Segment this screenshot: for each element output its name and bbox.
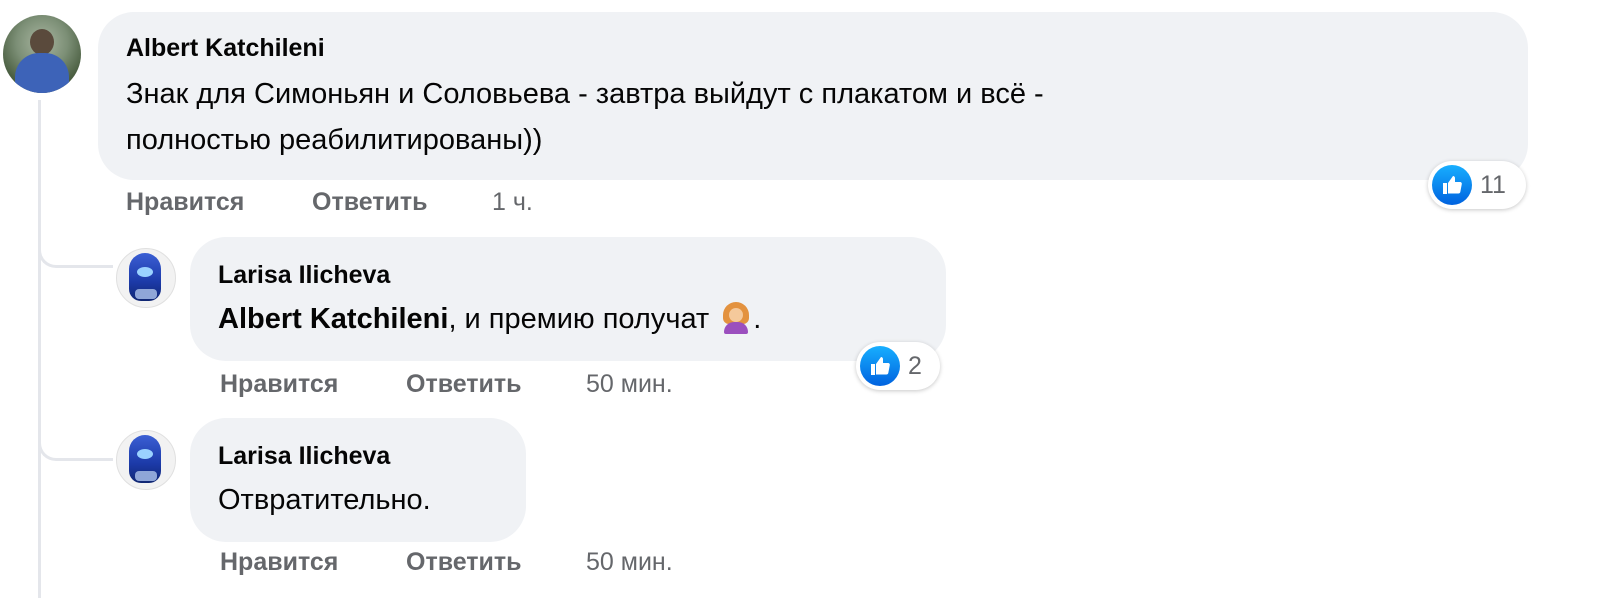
reaction-count: 11 xyxy=(1480,170,1506,199)
like-button[interactable]: Нравится xyxy=(126,188,244,217)
comment-author[interactable]: Larisa Ilicheva xyxy=(218,442,390,471)
avatar-eye xyxy=(137,267,153,277)
reaction-summary[interactable]: 2 xyxy=(856,342,940,390)
like-button[interactable]: Нравится xyxy=(220,370,338,399)
avatar[interactable] xyxy=(116,430,176,490)
thread-branch xyxy=(38,225,113,268)
avatar-chin xyxy=(135,289,157,299)
avatar-eye xyxy=(137,449,153,459)
comment-timestamp[interactable]: 50 мин. xyxy=(586,548,673,577)
reaction-count: 2 xyxy=(908,351,922,380)
comment-bubble: Albert Katchileni Знак для Симоньян и Со… xyxy=(98,12,1528,180)
comment-author[interactable]: Albert Katchileni xyxy=(126,34,325,63)
reply-button[interactable]: Ответить xyxy=(406,548,522,577)
reply-button[interactable]: Ответить xyxy=(406,370,522,399)
woman-shrugging-emoji xyxy=(721,302,751,334)
like-icon xyxy=(1432,165,1472,205)
comment-author[interactable]: Larisa Ilicheva xyxy=(218,261,390,290)
comment-text-line-2: полностью реабилитированы)) xyxy=(126,124,543,156)
comment-text-line-1: Знак для Симоньян и Соловьева - завтра в… xyxy=(126,78,1044,110)
comment-timestamp[interactable]: 50 мин. xyxy=(586,370,673,399)
comment-text: Отвратительно. xyxy=(218,484,431,516)
thread-line xyxy=(38,100,41,598)
comment-bubble: Larisa Ilicheva Отвратительно. xyxy=(190,418,526,542)
comment-text-body: , и премию получат xyxy=(448,303,710,335)
comment-actions: Нравится Ответить 1 ч. xyxy=(126,188,726,220)
comment-bubble: Larisa Ilicheva Albert Katchileni, и пре… xyxy=(190,237,946,361)
avatar-head xyxy=(30,29,54,55)
avatar-body xyxy=(15,53,69,93)
mention-link[interactable]: Albert Katchileni xyxy=(218,303,448,335)
comment-text-end: . xyxy=(753,303,762,335)
avatar[interactable] xyxy=(3,15,81,93)
thread-branch xyxy=(38,418,113,461)
like-button[interactable]: Нравится xyxy=(220,548,338,577)
comment-actions: Нравится Ответить 50 мин. xyxy=(220,370,820,402)
reaction-summary[interactable]: 11 xyxy=(1428,161,1526,209)
avatar[interactable] xyxy=(116,248,176,308)
like-icon xyxy=(860,346,900,386)
reply-button[interactable]: Ответить xyxy=(312,188,428,217)
comment-actions: Нравится Ответить 50 мин. xyxy=(220,548,820,580)
comment-text: Albert Katchileni, и премию получат . xyxy=(218,297,761,341)
avatar-chin xyxy=(135,471,157,481)
comment-timestamp[interactable]: 1 ч. xyxy=(492,188,533,217)
